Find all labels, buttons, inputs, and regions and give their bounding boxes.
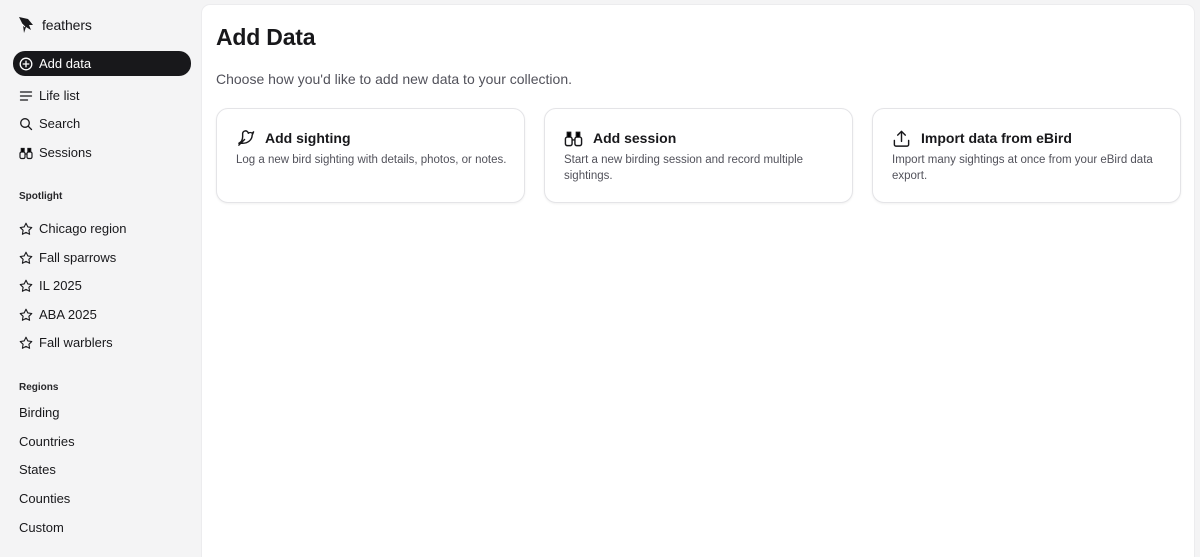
star-icon <box>19 222 33 235</box>
plus-circle-icon <box>19 57 33 70</box>
nav-item-life-list[interactable]: Life list <box>13 83 191 108</box>
nav-item-label: Sessions <box>39 145 92 160</box>
spotlight-item-label: ABA 2025 <box>39 307 97 322</box>
region-item[interactable]: States <box>19 462 56 477</box>
feather-logo-icon <box>18 15 34 35</box>
spotlight-item-label: IL 2025 <box>39 278 82 293</box>
nav-item-label: Life list <box>39 88 80 103</box>
spotlight-item[interactable]: ABA 2025 <box>13 302 191 327</box>
card-title: Add session <box>593 130 677 146</box>
spotlight-item[interactable]: Fall warblers <box>13 330 191 355</box>
region-item[interactable]: Countries <box>19 434 75 449</box>
list-icon <box>19 90 33 101</box>
page-subtitle: Choose how you'd like to add new data to… <box>216 71 573 87</box>
nav-item-search[interactable]: Search <box>13 111 191 136</box>
brand[interactable]: feathers <box>18 14 92 36</box>
card-title: Add sighting <box>265 130 351 146</box>
card-description: Import many sightings at once from your … <box>892 154 1153 182</box>
regions-label: Regions <box>19 382 59 393</box>
spotlight-item[interactable]: Chicago region <box>13 216 191 241</box>
sidebar: feathers Add data Life list Search Sessi… <box>0 0 202 557</box>
import-ebird-card[interactable]: Import data from eBird Import many sight… <box>872 108 1181 203</box>
main-content: Add Data Choose how you'd like to add ne… <box>202 5 1194 557</box>
page-title: Add Data <box>216 24 316 50</box>
nav-item-label: Add data <box>39 56 92 71</box>
spotlight-item[interactable]: IL 2025 <box>13 273 191 298</box>
brand-name: feathers <box>42 17 92 33</box>
binoculars-icon <box>19 147 33 159</box>
region-item[interactable]: Custom <box>19 520 64 535</box>
spotlight-item[interactable]: Fall sparrows <box>13 245 191 270</box>
nav-item-label: Search <box>39 116 81 131</box>
star-icon <box>19 251 33 264</box>
bird-icon <box>238 129 255 146</box>
star-icon <box>19 279 33 292</box>
card-description: Log a new bird sighting with details, ph… <box>236 154 507 166</box>
upload-icon <box>893 130 910 147</box>
binoculars-icon <box>564 131 583 146</box>
spotlight-item-label: Fall warblers <box>39 335 113 350</box>
star-icon <box>19 308 33 321</box>
nav-item-sessions[interactable]: Sessions <box>13 140 191 165</box>
region-item[interactable]: Counties <box>19 491 70 506</box>
card-description: Start a new birding session and record m… <box>564 154 804 182</box>
region-item[interactable]: Birding <box>19 405 59 420</box>
nav-item-add-data[interactable]: Add data <box>13 51 191 76</box>
spotlight-label: Spotlight <box>19 191 63 202</box>
add-session-card[interactable]: Add session Start a new birding session … <box>544 108 853 203</box>
spotlight-item-label: Chicago region <box>39 221 127 236</box>
star-icon <box>19 336 33 349</box>
card-title: Import data from eBird <box>921 130 1072 146</box>
search-icon <box>20 117 33 130</box>
spotlight-item-label: Fall sparrows <box>39 250 117 265</box>
add-sighting-card[interactable]: Add sighting Log a new bird sighting wit… <box>216 108 525 203</box>
